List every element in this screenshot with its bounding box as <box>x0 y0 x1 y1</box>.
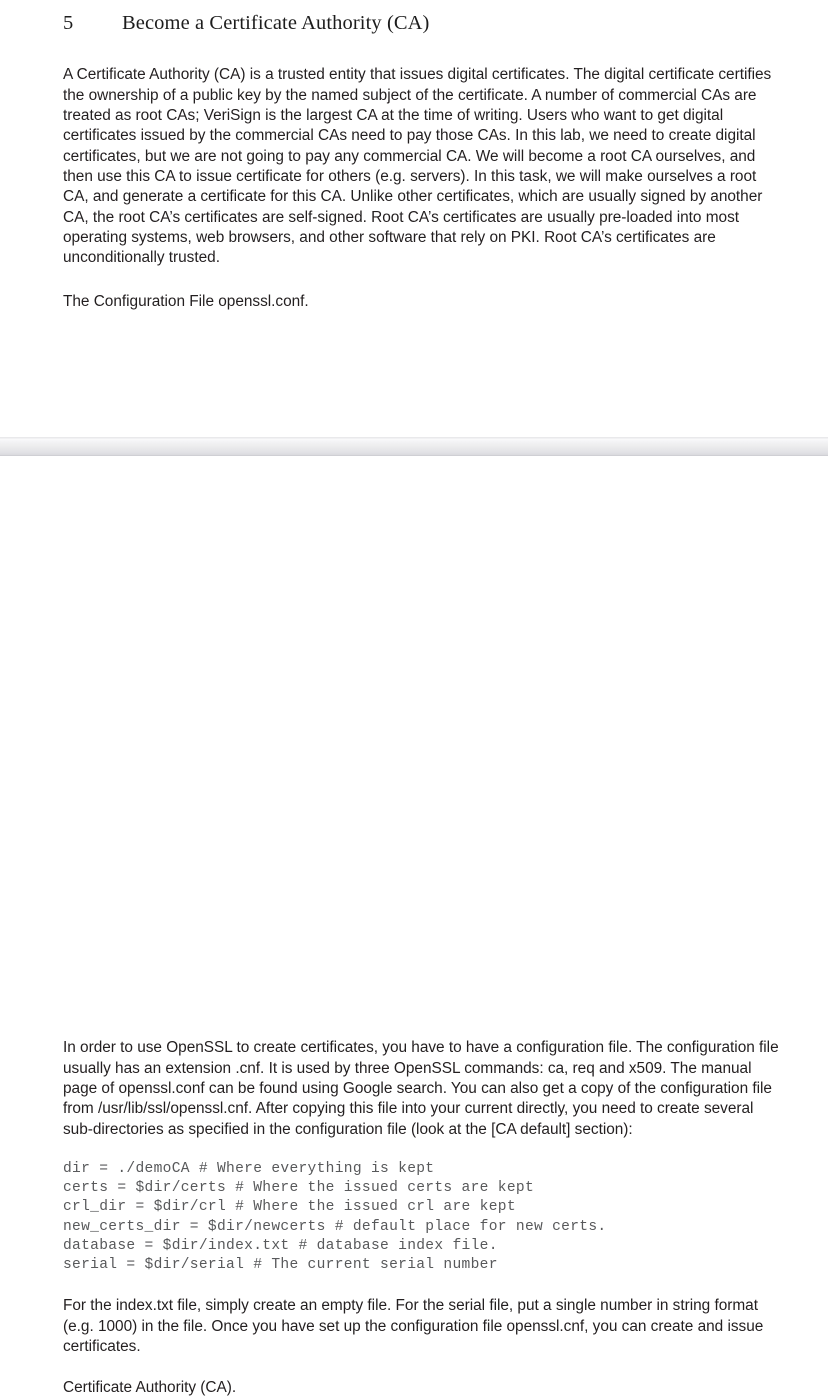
code-block-ca-default: dir = ./demoCA # Where everything is kep… <box>63 1160 607 1274</box>
page-break-top-edge <box>0 438 828 439</box>
document-page-2: In order to use OpenSSL to create certif… <box>0 456 828 1396</box>
document-page-1: 5 Become a Certificate Authority (CA) A C… <box>0 0 828 437</box>
section-heading: 5 Become a Certificate Authority (CA) <box>63 10 781 37</box>
page-break-separator <box>0 437 828 456</box>
section-title: Become a Certificate Authority (CA) <box>122 12 430 34</box>
paragraph-certificate-authority: Certificate Authority (CA). <box>63 1379 237 1397</box>
document-viewer: 5 Become a Certificate Authority (CA) A C… <box>0 0 828 1396</box>
section-number: 5 <box>63 12 74 34</box>
paragraph-intro: A Certificate Authority (CA) is a truste… <box>63 66 772 267</box>
paragraph-openssl-config: In order to use OpenSSL to create certif… <box>63 1039 779 1138</box>
paragraph-index-file: For the index.txt file, simply create an… <box>63 1297 764 1356</box>
paragraph-configuration-file: The Configuration File openssl.conf. <box>63 293 309 311</box>
